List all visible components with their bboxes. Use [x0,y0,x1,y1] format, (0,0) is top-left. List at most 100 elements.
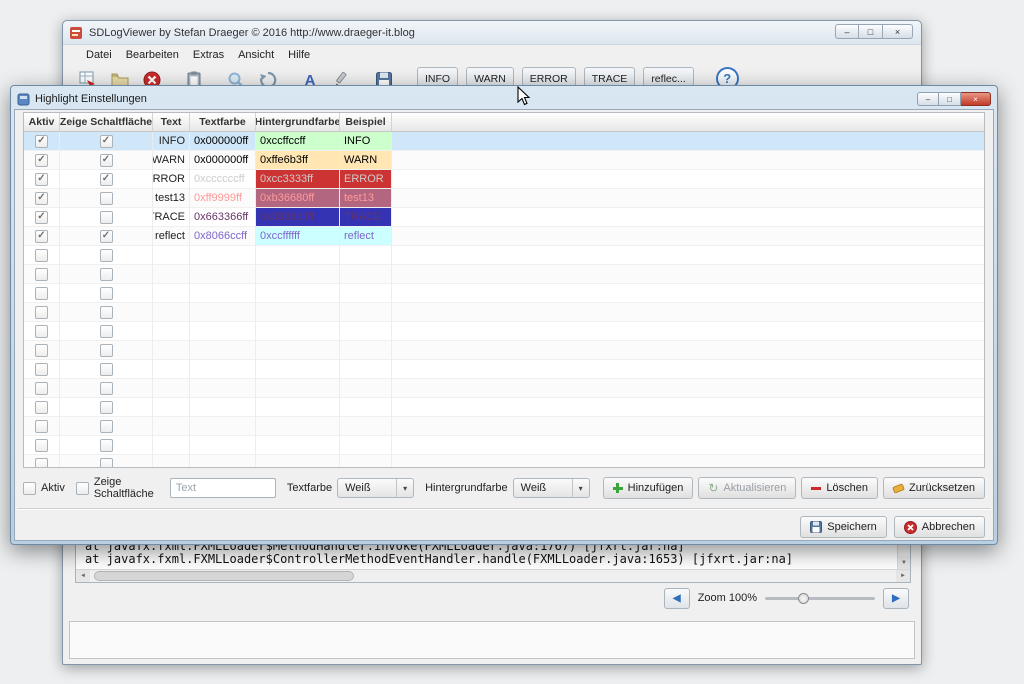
cell-filler [392,398,984,416]
column-header-text[interactable]: Text [153,113,190,131]
zoom-prev-button[interactable]: ◀ [664,588,690,609]
zoom-slider-handle[interactable] [798,593,809,604]
scroll-down-icon[interactable]: ▼ [898,556,910,569]
cell-beispiel [340,246,392,264]
dialog-maximize-button[interactable]: □ [939,92,961,106]
table-row[interactable] [24,246,984,265]
textfarbe-select[interactable]: Weiß ▾ [337,478,414,498]
add-button[interactable]: Hinzufügen [603,477,694,499]
row-checkbox[interactable] [100,325,113,338]
row-checkbox[interactable] [100,363,113,376]
row-checkbox[interactable] [35,287,48,300]
cell-zeige-schaltflaeche [60,227,153,245]
row-checkbox[interactable] [100,306,113,319]
table-row[interactable] [24,265,984,284]
highlight-table[interactable]: AktivZeige SchaltflächeTextTextfarbeHint… [23,112,985,468]
dialog-close-button[interactable]: × [961,92,991,106]
delete-button[interactable]: Löschen [801,477,878,499]
table-row[interactable] [24,379,984,398]
dialog-minimize-button[interactable]: – [917,92,939,106]
column-header-bg[interactable]: Hintergrundfarbe [256,113,340,131]
column-header-textfarbe[interactable]: Textfarbe [190,113,256,131]
row-checkbox[interactable] [35,325,48,338]
menu-datei[interactable]: Datei [79,47,119,63]
hintergrundfarbe-select[interactable]: Weiß ▾ [513,478,590,498]
column-header-zeige[interactable]: Zeige Schaltfläche [60,113,153,131]
row-checkbox[interactable] [35,192,48,205]
row-checkbox[interactable] [100,135,113,148]
row-checkbox[interactable] [35,382,48,395]
row-checkbox[interactable] [100,439,113,452]
menu-hilfe[interactable]: Hilfe [281,47,317,63]
column-header-aktiv[interactable]: Aktiv [24,113,60,131]
main-titlebar[interactable]: SDLogViewer by Stefan Draeger © 2016 htt… [63,21,921,45]
zoom-slider[interactable] [765,590,875,606]
cancel-button[interactable]: Abbrechen [894,516,985,538]
save-button[interactable]: Speichern [800,516,887,538]
table-row[interactable]: test130xff9999ff0xb36680fftest13 [24,189,984,208]
scroll-right-icon[interactable]: ► [896,570,910,582]
row-checkbox[interactable] [100,344,113,357]
table-row[interactable] [24,417,984,436]
table-row[interactable]: WARN0x000000ff0xffe6b3ffWARN [24,151,984,170]
table-row[interactable] [24,303,984,322]
row-checkbox[interactable] [100,154,113,167]
row-checkbox[interactable] [35,154,48,167]
scrollbar-track[interactable] [90,570,896,582]
table-row[interactable] [24,322,984,341]
table-row[interactable]: ERROR0xccccccff0xcc3333ffERROR [24,170,984,189]
table-row[interactable]: INFO0x000000ff0xccffccffINFO [24,132,984,151]
menu-extras[interactable]: Extras [186,47,231,63]
row-checkbox[interactable] [100,173,113,186]
row-checkbox[interactable] [35,249,48,262]
row-checkbox[interactable] [35,439,48,452]
reset-button[interactable]: Zurücksetzen [883,477,985,499]
update-button[interactable]: ↻ Aktualisieren [698,477,796,499]
row-checkbox[interactable] [100,211,113,224]
table-row[interactable] [24,398,984,417]
row-checkbox[interactable] [100,268,113,281]
row-checkbox[interactable] [35,211,48,224]
row-checkbox[interactable] [35,268,48,281]
detail-panel[interactable] [69,621,915,659]
row-checkbox[interactable] [100,230,113,243]
row-checkbox[interactable] [35,420,48,433]
text-input[interactable] [170,478,276,498]
row-checkbox[interactable] [35,458,48,469]
row-checkbox[interactable] [100,287,113,300]
row-checkbox[interactable] [35,401,48,414]
menu-bearbeiten[interactable]: Bearbeiten [119,47,186,63]
scroll-left-icon[interactable]: ◄ [76,570,90,582]
row-checkbox[interactable] [35,230,48,243]
row-checkbox[interactable] [100,458,113,469]
maximize-button[interactable]: □ [859,24,883,39]
row-checkbox[interactable] [100,420,113,433]
row-checkbox[interactable] [35,363,48,376]
row-checkbox[interactable] [100,382,113,395]
minimize-button[interactable]: – [835,24,859,39]
dialog-titlebar[interactable]: Highlight Einstellungen – □ × [14,89,994,109]
row-checkbox[interactable] [35,173,48,186]
row-checkbox[interactable] [100,192,113,205]
close-button[interactable]: × [883,24,913,39]
horizontal-scrollbar[interactable]: ◄ ► [76,569,910,582]
row-checkbox[interactable] [35,306,48,319]
cell-hintergrundfarbe [256,379,340,397]
row-checkbox[interactable] [35,344,48,357]
row-checkbox[interactable] [35,135,48,148]
scrollbar-thumb[interactable] [94,571,354,581]
menu-ansicht[interactable]: Ansicht [231,47,281,63]
zoom-next-button[interactable]: ▶ [883,588,909,609]
zeige-schaltflaeche-checkbox[interactable] [76,482,89,495]
table-row[interactable] [24,341,984,360]
table-row[interactable] [24,436,984,455]
table-row[interactable] [24,360,984,379]
table-row[interactable]: TRACE0x663366ff0x3333b3ffTRACE [24,208,984,227]
row-checkbox[interactable] [100,249,113,262]
row-checkbox[interactable] [100,401,113,414]
aktiv-checkbox[interactable] [23,482,36,495]
table-row[interactable] [24,284,984,303]
table-row[interactable]: reflect0x8066ccff0xccffffffreflect [24,227,984,246]
table-row[interactable] [24,455,984,468]
column-header-beispiel[interactable]: Beispiel [340,113,392,131]
